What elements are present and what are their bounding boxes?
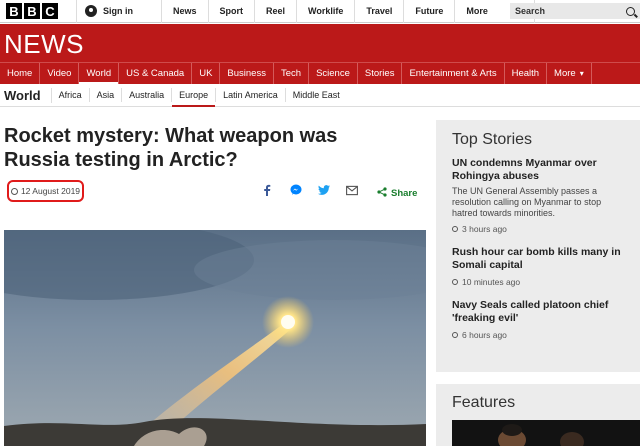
clock-icon bbox=[452, 226, 458, 232]
main-nav-entertainment[interactable]: Entertainment & Arts bbox=[402, 63, 505, 84]
story-time-text: 6 hours ago bbox=[462, 330, 507, 340]
subnav-europe[interactable]: Europe bbox=[172, 88, 217, 107]
top-nav-reel[interactable]: Reel bbox=[255, 0, 298, 23]
subnav-australia[interactable]: Australia bbox=[122, 88, 173, 102]
world-subnav: World Africa Asia Australia Europe Latin… bbox=[0, 84, 640, 107]
top-stories-title: Top Stories bbox=[452, 131, 533, 148]
features-title: Features bbox=[452, 394, 516, 411]
story-time: 6 hours ago bbox=[452, 330, 624, 340]
subnav-middle-east[interactable]: Middle East bbox=[286, 88, 347, 102]
top-nav-news[interactable]: News bbox=[162, 0, 209, 23]
logo-letter: B bbox=[6, 3, 22, 19]
news-logo[interactable]: NEWS bbox=[4, 29, 84, 60]
clock-icon bbox=[452, 279, 458, 285]
top-stories-panel: Top Stories UN condemns Myanmar over Roh… bbox=[436, 120, 640, 372]
article-date: 12 August 2019 bbox=[7, 180, 84, 202]
story-headline[interactable]: Navy Seals called platoon chief 'freakin… bbox=[452, 299, 624, 325]
main-nav-uk[interactable]: UK bbox=[192, 63, 221, 84]
top-nav-sport[interactable]: Sport bbox=[209, 0, 256, 23]
top-nav-more-label: More bbox=[466, 6, 488, 16]
article-date-text: 12 August 2019 bbox=[20, 186, 81, 196]
search-input[interactable]: Search bbox=[510, 3, 640, 19]
bbc-logo[interactable]: B B C bbox=[6, 3, 58, 19]
logo-letter: C bbox=[42, 3, 58, 19]
story-time-text: 3 hours ago bbox=[462, 224, 507, 234]
facebook-icon[interactable] bbox=[261, 184, 273, 196]
email-icon[interactable] bbox=[346, 184, 358, 196]
search-placeholder: Search bbox=[515, 6, 546, 16]
article-hero-image bbox=[4, 230, 426, 446]
main-nav-health[interactable]: Health bbox=[505, 63, 548, 84]
share-label: Share bbox=[391, 187, 418, 199]
main-nav-video[interactable]: Video bbox=[40, 63, 80, 84]
main-nav-more-label: More bbox=[554, 68, 576, 79]
signin-label: Sign in bbox=[103, 6, 133, 16]
main-nav-tech[interactable]: Tech bbox=[274, 63, 310, 84]
signin-button[interactable]: Sign in bbox=[76, 0, 162, 23]
share-button[interactable]: Share bbox=[377, 184, 417, 202]
top-nav: News Sport Reel Worklife Travel Future M… bbox=[162, 0, 536, 23]
main-nav-world[interactable]: World bbox=[79, 63, 120, 85]
chevron-down-icon: ▾ bbox=[579, 69, 584, 78]
main-nav-home[interactable]: Home bbox=[0, 63, 41, 84]
main-nav-business[interactable]: Business bbox=[220, 63, 274, 84]
features-panel: Features bbox=[436, 384, 640, 446]
subnav-asia[interactable]: Asia bbox=[90, 88, 123, 102]
main-nav-stories[interactable]: Stories bbox=[358, 63, 403, 84]
messenger-icon[interactable] bbox=[290, 184, 302, 196]
feature-image[interactable] bbox=[452, 420, 640, 446]
search-icon[interactable] bbox=[626, 6, 635, 16]
top-nav-future[interactable]: Future bbox=[404, 0, 456, 23]
story-item[interactable]: Rush hour car bomb kills many in Somali … bbox=[452, 246, 624, 287]
story-headline[interactable]: UN condemns Myanmar over Rohingya abuses bbox=[452, 157, 624, 183]
bbc-top-bar: B B C Sign in News Sport Reel Worklife T… bbox=[0, 0, 640, 23]
story-time-text: 10 minutes ago bbox=[462, 277, 521, 287]
main-nav-more[interactable]: More ▾ bbox=[547, 63, 592, 84]
subnav-section-title[interactable]: World bbox=[0, 87, 52, 103]
top-nav-worklife[interactable]: Worklife bbox=[297, 0, 356, 23]
story-time: 10 minutes ago bbox=[452, 277, 624, 287]
main-nav-us-canada[interactable]: US & Canada bbox=[119, 63, 193, 84]
story-time: 3 hours ago bbox=[452, 224, 624, 234]
news-banner: NEWS bbox=[0, 24, 640, 62]
logo-letter: B bbox=[24, 3, 40, 19]
story-headline[interactable]: Rush hour car bomb kills many in Somali … bbox=[452, 246, 624, 272]
twitter-icon[interactable] bbox=[318, 184, 330, 196]
article-headline: Rocket mystery: What weapon was Russia t… bbox=[4, 125, 338, 171]
story-item[interactable]: UN condemns Myanmar over Rohingya abuses… bbox=[452, 157, 624, 234]
clock-icon bbox=[452, 332, 458, 338]
user-icon bbox=[85, 5, 97, 17]
share-icon bbox=[377, 184, 387, 202]
clock-icon bbox=[10, 187, 18, 195]
top-nav-travel[interactable]: Travel bbox=[355, 0, 405, 23]
story-summary: The UN General Assembly passes a resolut… bbox=[452, 186, 602, 218]
story-item[interactable]: Navy Seals called platoon chief 'freakin… bbox=[452, 299, 624, 340]
main-nav-science[interactable]: Science bbox=[309, 63, 358, 84]
main-nav: Home Video World US & Canada UK Business… bbox=[0, 62, 640, 85]
subnav-africa[interactable]: Africa bbox=[52, 88, 90, 102]
subnav-latin-america[interactable]: Latin America bbox=[216, 88, 286, 102]
